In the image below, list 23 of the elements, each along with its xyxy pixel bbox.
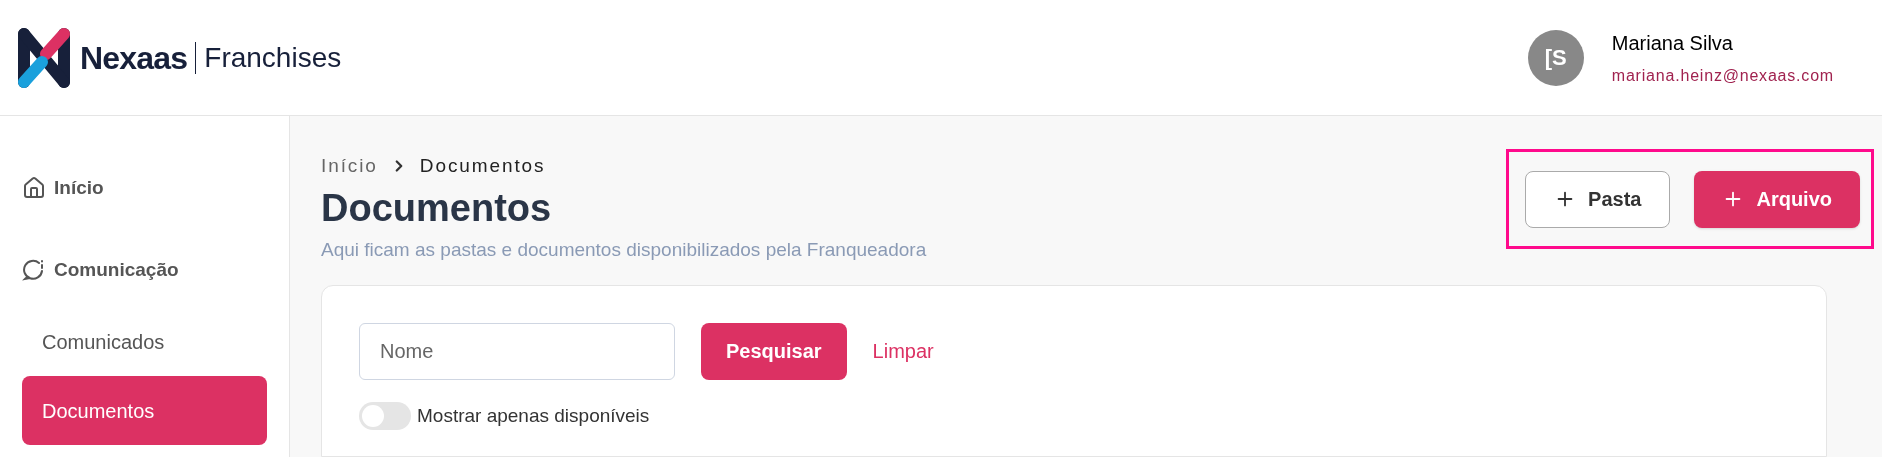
breadcrumb-item: Documentos xyxy=(419,154,546,178)
breadcrumb-item[interactable]: Início xyxy=(321,152,378,181)
user-avatar: [S xyxy=(1527,29,1584,86)
availability-toggle[interactable] xyxy=(359,401,411,430)
sidebar-item[interactable]: Comunicados xyxy=(22,307,267,376)
logo-icon xyxy=(16,25,72,90)
user-name: Mariana Silva xyxy=(1611,30,1734,56)
chat-icon xyxy=(22,258,46,282)
name-search-field[interactable]: Nome xyxy=(359,322,675,380)
brand-name: Nexaas xyxy=(80,38,188,78)
clear-link[interactable]: Limpar xyxy=(872,336,934,366)
add-file-button[interactable]: Arquivo xyxy=(1694,170,1860,228)
add-folder-button[interactable]: Pasta xyxy=(1525,170,1671,228)
product-name: Franchises xyxy=(204,40,342,75)
sidebar-section[interactable]: Início xyxy=(22,168,267,208)
user-email: mariana.heinz@nexaas.com xyxy=(1611,65,1834,86)
home-icon xyxy=(22,176,46,200)
sidebar-item[interactable]: Documentos xyxy=(22,376,267,445)
page-title: Documentos xyxy=(321,185,552,231)
sidebar-section[interactable]: Comunicação xyxy=(22,250,267,290)
search-button[interactable]: Pesquisar xyxy=(701,322,847,380)
page-subtitle: Aqui ficam as pastas e documentos disponibilizados pela Franqueadora xyxy=(321,238,927,262)
toggle-label: Mostrar apenas disponíveis xyxy=(417,403,650,428)
